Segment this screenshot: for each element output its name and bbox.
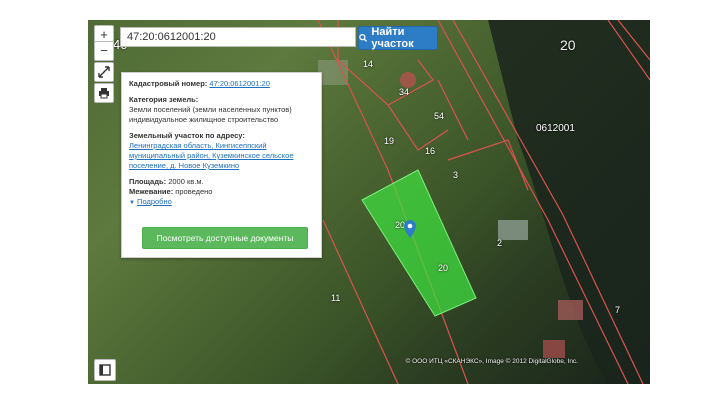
cadastral-label: Кадастровый номер: bbox=[129, 79, 208, 88]
category-value: Земли поселений (земли населенных пункто… bbox=[129, 105, 292, 114]
details-link[interactable]: Подробно bbox=[137, 197, 172, 206]
caret-down-icon: ▼ bbox=[129, 200, 135, 206]
block-label: 0612001 bbox=[536, 123, 575, 134]
parcel-label: 54 bbox=[434, 111, 445, 121]
survey-value: проведено bbox=[175, 187, 213, 196]
expand-icon bbox=[98, 66, 110, 78]
parcel-label: 19 bbox=[384, 136, 395, 146]
map-pin-icon[interactable] bbox=[404, 220, 416, 238]
cadastral-row: Кадастровый номер: 47:20:0612001:20 bbox=[129, 79, 314, 89]
address-section: Земельный участок по адресу: Ленинградск… bbox=[129, 131, 314, 171]
usage-value: индивидуальное жилищное строительство bbox=[129, 115, 279, 124]
area-value: 2000 кв.м. bbox=[168, 177, 204, 186]
parcel-info-panel: Кадастровый номер: 47:20:0612001:20 Кате… bbox=[121, 72, 322, 258]
address-link[interactable]: Ленинградская область, Кингисеппский мун… bbox=[129, 141, 294, 170]
parcel-label: 20 bbox=[438, 263, 449, 273]
printer-icon bbox=[99, 88, 109, 99]
parcel-label: 11 bbox=[331, 293, 341, 303]
layers-button[interactable] bbox=[94, 359, 116, 381]
zoom-out-button[interactable]: − bbox=[94, 41, 114, 61]
area-row: Площадь: 2000 кв.м. bbox=[129, 177, 314, 187]
parcel-label: 2 bbox=[497, 238, 503, 248]
cadastral-search-input[interactable] bbox=[120, 27, 356, 47]
search-icon bbox=[359, 34, 368, 42]
address-label: Земельный участок по адресу: bbox=[129, 131, 245, 140]
find-parcel-label: Найти участок bbox=[371, 26, 414, 50]
view-documents-button[interactable]: Посмотреть доступные документы bbox=[142, 227, 308, 249]
layers-icon bbox=[99, 364, 111, 376]
survey-row: Межевание: проведено bbox=[129, 187, 314, 197]
find-parcel-button[interactable]: Найти участок bbox=[358, 26, 438, 50]
parcel-label: 14 bbox=[363, 59, 374, 69]
fullscreen-button[interactable] bbox=[94, 62, 114, 82]
details-row[interactable]: ▼ Подробно bbox=[129, 197, 314, 208]
parcel-label: 16 bbox=[425, 146, 436, 156]
parcel-label: 34 bbox=[399, 87, 410, 97]
cadastral-link[interactable]: 47:20:0612001:20 bbox=[209, 79, 269, 88]
selected-parcel bbox=[361, 169, 477, 317]
print-button[interactable] bbox=[94, 83, 114, 103]
category-section: Категория земель: Земли поселений (земли… bbox=[129, 95, 314, 125]
area-label: Площадь: bbox=[129, 177, 167, 186]
category-label: Категория земель: bbox=[129, 95, 199, 104]
parcel-label: 7 bbox=[615, 305, 621, 315]
parcel-label: 3 bbox=[453, 170, 459, 180]
parcel-label: 20 bbox=[560, 37, 576, 53]
map-attribution: © ООО ИТЦ «СКАНЭКС», Image © 2012 Digita… bbox=[405, 358, 579, 365]
survey-label: Межевание: bbox=[129, 187, 174, 196]
